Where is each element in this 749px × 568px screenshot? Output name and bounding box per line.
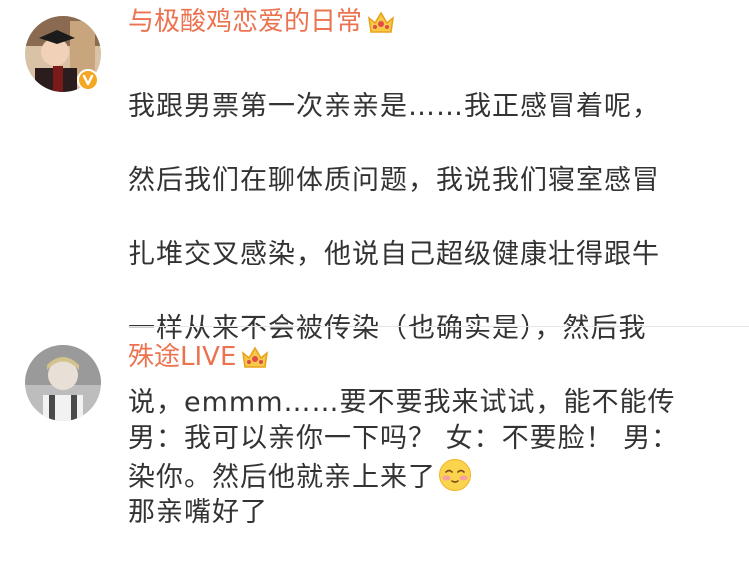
comment-item: 与极酸鸡恋爱的日常 我跟男票第一次亲亲是……我正感冒着呢， 然后我们在聊体质问题… [0, 0, 749, 493]
comment-text: 男：我可以亲你一下吗？ 女：不要脸！ 男： 那亲嘴好了 [128, 383, 728, 568]
comment-line: 然后我们在聊体质问题，我说我们寝室感冒 [128, 165, 660, 196]
comment-line: 男：我可以亲你一下吗？ 女：不要脸！ 男： [128, 423, 680, 454]
username[interactable]: 殊途LIVE [128, 341, 270, 373]
comment-line: 扎堆交叉感染，他说自己超级健康壮得跟牛 [128, 239, 660, 270]
username-text[interactable]: 与极酸鸡恋爱的日常 [128, 6, 362, 38]
comment-line: 那亲嘴好了 [128, 497, 268, 528]
crown-icon [367, 11, 395, 33]
avatar-image [25, 345, 101, 421]
avatar[interactable] [25, 345, 101, 421]
username[interactable]: 与极酸鸡恋爱的日常 [128, 6, 396, 38]
crown-icon [242, 346, 269, 368]
comment-line: 我跟男票第一次亲亲是……我正感冒着呢， [128, 91, 660, 122]
comment-item: 殊途LIVE 男：我可以亲你一下吗？ 女：不要脸！ 男： 那亲嘴好了 [0, 326, 749, 528]
verified-badge-icon [77, 69, 99, 91]
username-text[interactable]: 殊途LIVE [128, 341, 236, 373]
